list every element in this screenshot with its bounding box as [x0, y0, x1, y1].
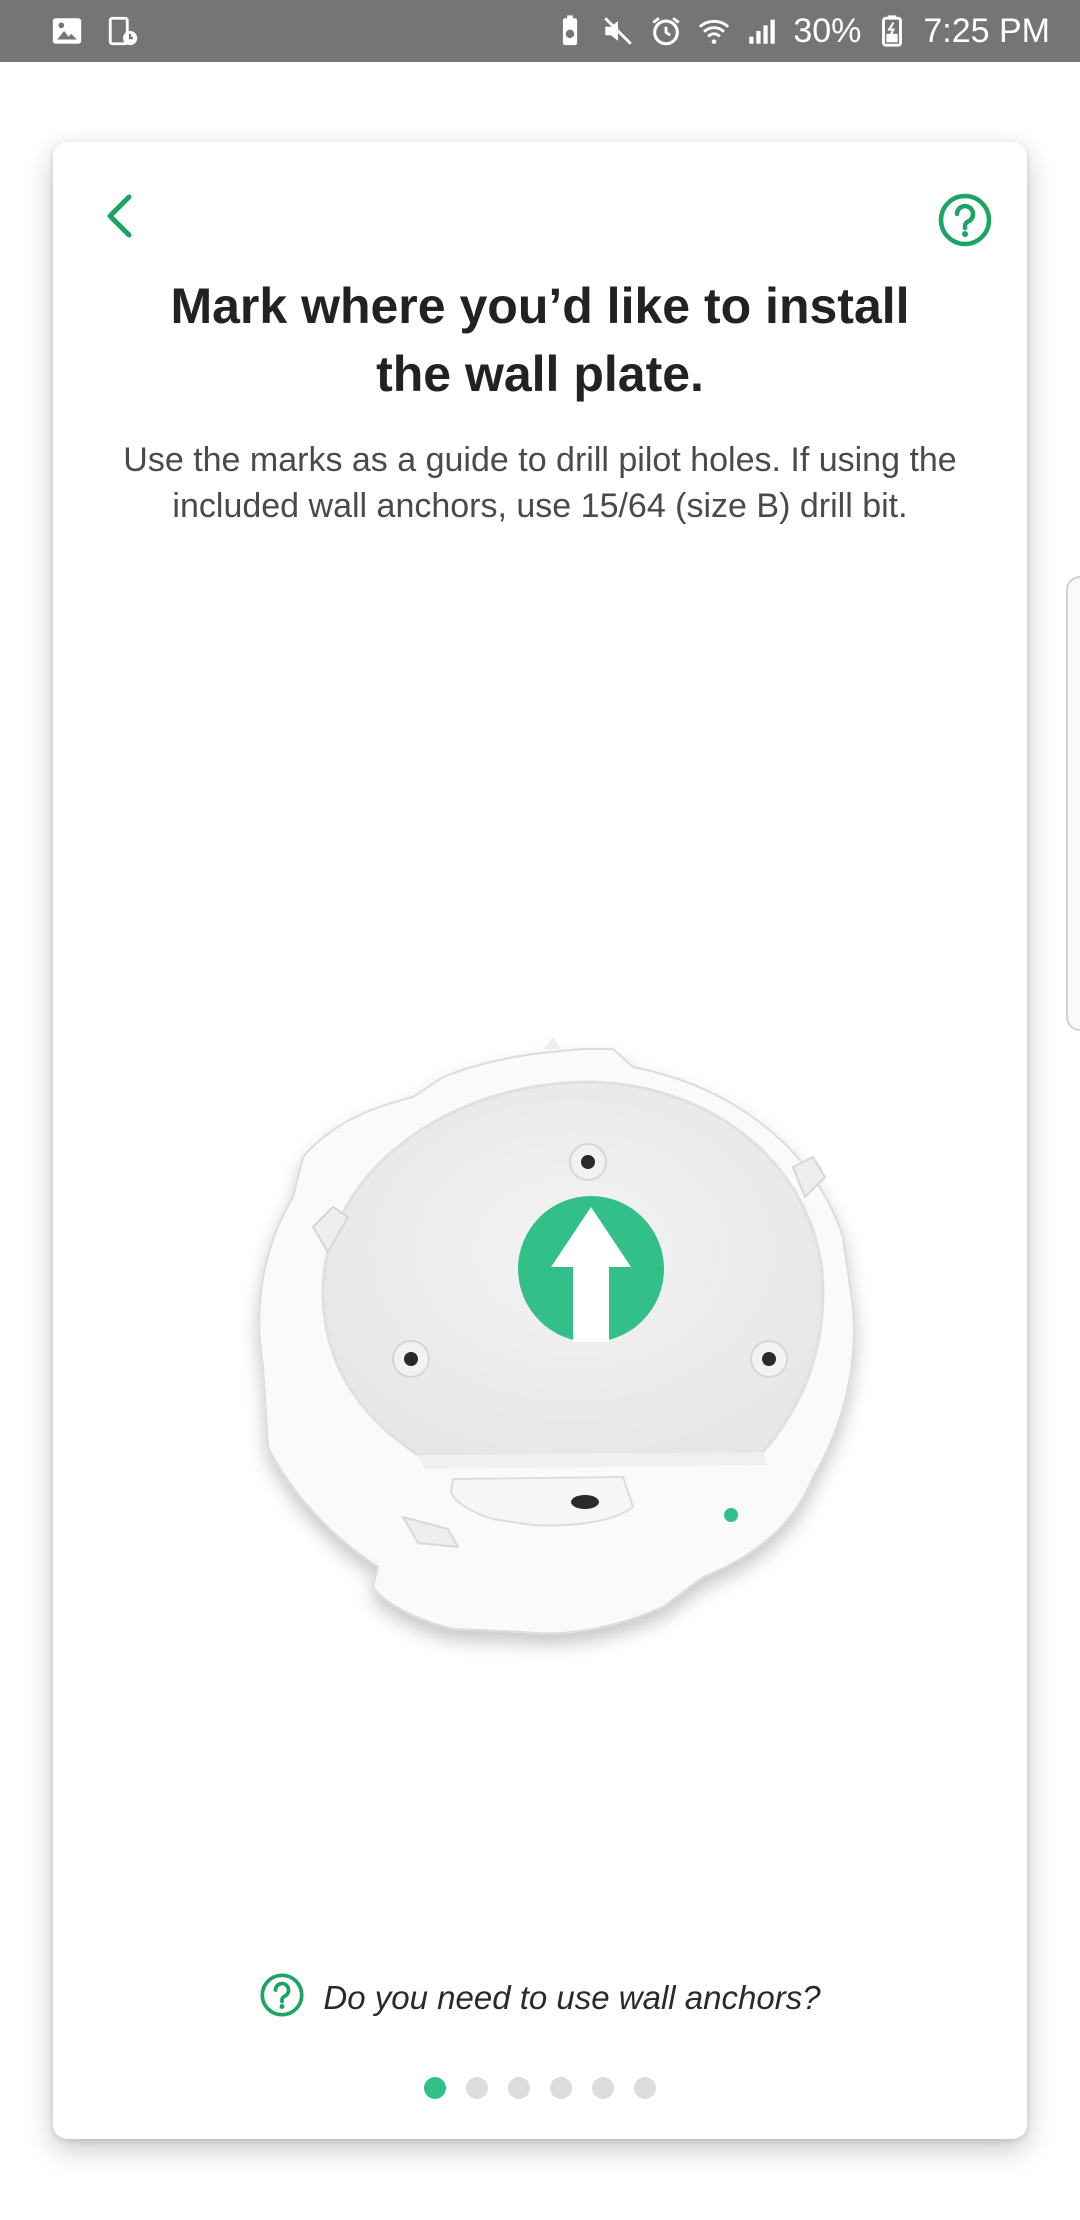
question-circle-icon: [937, 193, 993, 252]
question-circle-icon: [259, 1972, 305, 2023]
setup-card: Mark where you’d like to install the wal…: [53, 142, 1027, 2139]
page-dot-2[interactable]: [466, 2077, 488, 2099]
wall-plate-illustration: [193, 907, 933, 1767]
help-button[interactable]: [937, 192, 993, 248]
instruction-line-2: included wall anchors, use 15/64 (size B…: [172, 487, 908, 525]
status-bar: 30% 7:25 PM: [0, 0, 1080, 62]
mute-icon: [601, 14, 635, 48]
page-dot-4[interactable]: [550, 2077, 572, 2099]
page-dot-3[interactable]: [508, 2077, 530, 2099]
page-title: Mark where you’d like to install the wal…: [113, 272, 967, 408]
wall-anchors-help-link[interactable]: Do you need to use wall anchors?: [53, 1972, 1027, 2023]
title-line-2: the wall plate.: [376, 346, 704, 402]
edge-panel-handle[interactable]: [1066, 576, 1080, 1031]
wall-anchors-question: Do you need to use wall anchors?: [323, 1978, 821, 2016]
signal-icon: [745, 14, 779, 48]
instruction-line-1: Use the marks as a guide to drill pilot …: [123, 441, 957, 479]
page-indicator: [53, 2077, 1027, 2099]
alarm-icon: [649, 14, 683, 48]
screen-recorder-icon: [106, 14, 140, 48]
page-dot-6[interactable]: [634, 2077, 656, 2099]
chevron-left-icon: [104, 193, 134, 244]
instruction-text: Use the marks as a guide to drill pilot …: [103, 437, 977, 529]
wifi-icon: [697, 14, 731, 48]
battery-percent: 30%: [793, 11, 862, 50]
back-button[interactable]: [93, 192, 145, 244]
page-dot-5[interactable]: [592, 2077, 614, 2099]
battery-icon: [875, 14, 909, 48]
page-dot-1[interactable]: [424, 2077, 446, 2099]
battery-saver-icon: [553, 14, 587, 48]
title-line-1: Mark where you’d like to install: [170, 278, 910, 334]
gallery-icon: [50, 14, 84, 48]
clock: 7:25 PM: [923, 11, 1050, 50]
